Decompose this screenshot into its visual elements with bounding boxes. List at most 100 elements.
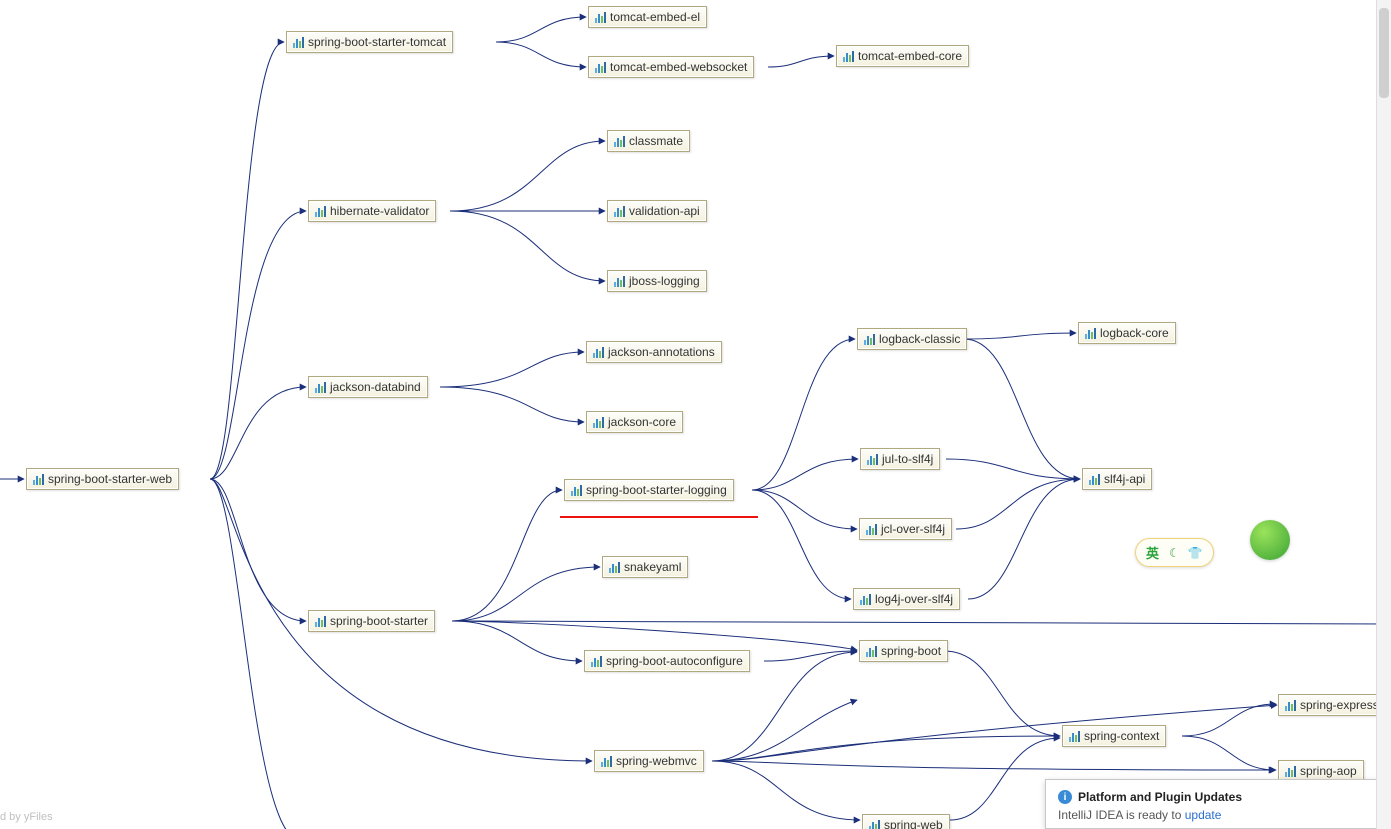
- module-icon: [866, 645, 877, 657]
- module-icon: [315, 381, 326, 393]
- node-label: spring-boot: [881, 644, 941, 658]
- highlight-underline: [560, 516, 758, 518]
- notification-title: Platform and Plugin Updates: [1078, 790, 1242, 804]
- vertical-scrollbar[interactable]: [1376, 0, 1391, 829]
- node-label: tomcat-embed-core: [858, 49, 962, 63]
- module-icon: [315, 615, 326, 627]
- node-spring-expression[interactable]: spring-express: [1278, 694, 1386, 716]
- node-spring-boot-starter-web[interactable]: spring-boot-starter-web: [26, 468, 179, 490]
- module-icon: [866, 523, 877, 535]
- module-icon: [1285, 699, 1296, 711]
- node-label: jackson-databind: [330, 380, 421, 394]
- node-spring-boot-starter-tomcat[interactable]: spring-boot-starter-tomcat: [286, 31, 453, 53]
- node-label: spring-express: [1300, 698, 1379, 712]
- node-tomcat-embed-websocket[interactable]: tomcat-embed-websocket: [588, 56, 754, 78]
- notification-text: IntelliJ IDEA is ready to: [1058, 808, 1185, 822]
- node-logback-classic[interactable]: logback-classic: [857, 328, 967, 350]
- module-icon: [1085, 327, 1096, 339]
- node-label: logback-classic: [879, 332, 960, 346]
- node-label: validation-api: [629, 204, 700, 218]
- node-spring-webmvc[interactable]: spring-webmvc: [594, 750, 704, 772]
- notification-link[interactable]: update: [1185, 808, 1222, 822]
- node-label: spring-boot-autoconfigure: [606, 654, 743, 668]
- node-jackson-core[interactable]: jackson-core: [586, 411, 683, 433]
- module-icon: [591, 655, 602, 667]
- module-icon: [33, 473, 44, 485]
- notification-body: IntelliJ IDEA is ready to update: [1058, 808, 1378, 822]
- node-label: jboss-logging: [629, 274, 700, 288]
- node-label: log4j-over-slf4j: [875, 592, 953, 606]
- module-icon: [609, 561, 620, 573]
- node-tomcat-embed-el[interactable]: tomcat-embed-el: [588, 6, 707, 28]
- dependency-graph-canvas[interactable]: spring-boot-starter-web spring-boot-star…: [0, 0, 1391, 829]
- node-label: spring-webmvc: [616, 754, 697, 768]
- node-label: hibernate-validator: [330, 204, 429, 218]
- module-icon: [595, 61, 606, 73]
- scrollbar-thumb[interactable]: [1379, 8, 1389, 98]
- module-icon: [593, 416, 604, 428]
- node-spring-boot-starter[interactable]: spring-boot-starter: [308, 610, 435, 632]
- ime-language-widget[interactable]: 英 ☾ 👕: [1135, 538, 1214, 567]
- ime-moon-icon: ☾: [1169, 546, 1180, 560]
- node-log4j-over-slf4j[interactable]: log4j-over-slf4j: [853, 588, 960, 610]
- node-spring-context[interactable]: spring-context: [1062, 725, 1166, 747]
- node-label: spring-aop: [1300, 764, 1357, 778]
- module-icon: [867, 453, 878, 465]
- yfiles-watermark: d by yFiles: [0, 811, 53, 823]
- node-label: spring-context: [1084, 729, 1159, 743]
- node-hibernate-validator[interactable]: hibernate-validator: [308, 200, 436, 222]
- module-icon: [864, 333, 875, 345]
- ime-label: 英: [1146, 543, 1161, 562]
- ide-notification-panel[interactable]: i Platform and Plugin Updates IntelliJ I…: [1045, 779, 1391, 829]
- module-icon: [571, 484, 582, 496]
- module-icon: [595, 11, 606, 23]
- node-spring-boot-autoconfigure[interactable]: spring-boot-autoconfigure: [584, 650, 750, 672]
- node-jboss-logging[interactable]: jboss-logging: [607, 270, 707, 292]
- node-label: snakeyaml: [624, 560, 681, 574]
- node-validation-api[interactable]: validation-api: [607, 200, 707, 222]
- module-icon: [1069, 730, 1080, 742]
- node-label: jul-to-slf4j: [882, 452, 933, 466]
- node-spring-boot-starter-logging[interactable]: spring-boot-starter-logging: [564, 479, 734, 501]
- module-icon: [1089, 473, 1100, 485]
- node-spring-boot[interactable]: spring-boot: [859, 640, 948, 662]
- module-icon: [843, 50, 854, 62]
- node-jackson-databind[interactable]: jackson-databind: [308, 376, 428, 398]
- info-icon: i: [1058, 790, 1072, 804]
- node-label: spring-boot-starter-logging: [586, 483, 727, 497]
- node-label: jcl-over-slf4j: [881, 522, 945, 536]
- module-icon: [869, 819, 880, 829]
- node-label: spring-boot-starter-tomcat: [308, 35, 446, 49]
- node-label: logback-core: [1100, 326, 1169, 340]
- node-label: spring-boot-starter: [330, 614, 428, 628]
- node-jackson-annotations[interactable]: jackson-annotations: [586, 341, 722, 363]
- module-icon: [593, 346, 604, 358]
- module-icon: [614, 275, 625, 287]
- node-snakeyaml[interactable]: snakeyaml: [602, 556, 688, 578]
- node-jcl-over-slf4j[interactable]: jcl-over-slf4j: [859, 518, 952, 540]
- node-label: spring-boot-starter-web: [48, 472, 172, 486]
- node-label: classmate: [629, 134, 683, 148]
- node-classmate[interactable]: classmate: [607, 130, 690, 152]
- node-label: tomcat-embed-el: [610, 10, 700, 24]
- node-slf4j-api[interactable]: slf4j-api: [1082, 468, 1152, 490]
- node-spring-web[interactable]: spring-web: [862, 814, 950, 829]
- module-icon: [614, 205, 625, 217]
- node-label: slf4j-api: [1104, 472, 1145, 486]
- edges-layer: [0, 0, 1391, 829]
- module-icon: [293, 36, 304, 48]
- node-label: jackson-core: [608, 415, 676, 429]
- node-tomcat-embed-core[interactable]: tomcat-embed-core: [836, 45, 969, 67]
- ime-mascot-icon: [1250, 520, 1290, 560]
- node-label: tomcat-embed-websocket: [610, 60, 747, 74]
- module-icon: [1285, 765, 1296, 777]
- node-label: jackson-annotations: [608, 345, 715, 359]
- module-icon: [601, 755, 612, 767]
- node-logback-core[interactable]: logback-core: [1078, 322, 1176, 344]
- node-jul-to-slf4j[interactable]: jul-to-slf4j: [860, 448, 940, 470]
- module-icon: [315, 205, 326, 217]
- module-icon: [614, 135, 625, 147]
- module-icon: [860, 593, 871, 605]
- ime-shirt-icon: 👕: [1188, 546, 1203, 560]
- node-label: spring-web: [884, 818, 943, 829]
